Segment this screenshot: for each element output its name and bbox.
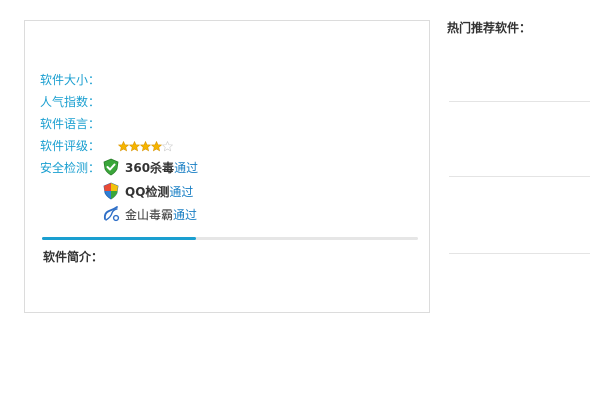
scan-status-kingsoft: 通过 — [173, 207, 198, 222]
scan-name-360: 360杀毒 — [125, 160, 175, 175]
star-filled-icon — [151, 140, 162, 151]
popularity-label: 人气指数： — [40, 95, 101, 109]
star-filled-icon — [129, 140, 140, 151]
scan-name-kingsoft: 金山毒霸 — [125, 207, 174, 222]
language-row: 软件语言： — [40, 115, 100, 133]
page: 软件大小： 人气指数： 软件语言： 软件评级： 安全检测： 360杀毒 通过 Q… — [0, 0, 600, 400]
security-row: 安全检测： — [40, 159, 100, 177]
security-label: 安全检测： — [40, 161, 101, 175]
scan-name-qq: QQ检测 — [125, 184, 170, 199]
sidebar-divider — [449, 176, 590, 177]
star-filled-icon — [118, 140, 129, 151]
progress-fill — [42, 237, 197, 240]
rating-stars — [118, 137, 173, 155]
scan-kingsoft: 金山毒霸 通过 — [102, 204, 197, 224]
rating-label: 软件评级： — [40, 139, 101, 153]
scan-360: 360杀毒 通过 — [102, 157, 198, 177]
popularity-row: 人气指数： — [40, 93, 100, 111]
green-shield-check-icon — [102, 158, 120, 176]
language-label: 软件语言： — [40, 117, 101, 131]
star-empty-icon — [162, 140, 173, 151]
intro-label: 软件简介： — [43, 250, 104, 264]
software-info-panel: 软件大小： 人气指数： 软件语言： 软件评级： 安全检测： 360杀毒 通过 Q… — [24, 20, 430, 313]
size-row: 软件大小： — [40, 71, 100, 89]
sidebar-divider — [449, 253, 590, 254]
kingsoft-icon — [102, 205, 120, 223]
qq-shield-icon — [102, 182, 120, 200]
sidebar-divider — [449, 101, 590, 102]
rating-row: 软件评级： — [40, 137, 240, 155]
size-label: 软件大小： — [40, 73, 101, 87]
scan-status-qq: 通过 — [169, 184, 194, 199]
sidebar-title: 热门推荐软件： — [447, 21, 532, 35]
progress-bar — [42, 237, 418, 240]
scan-status-360: 通过 — [174, 160, 199, 175]
scan-qq: QQ检测 通过 — [102, 181, 193, 201]
star-filled-icon — [140, 140, 151, 151]
